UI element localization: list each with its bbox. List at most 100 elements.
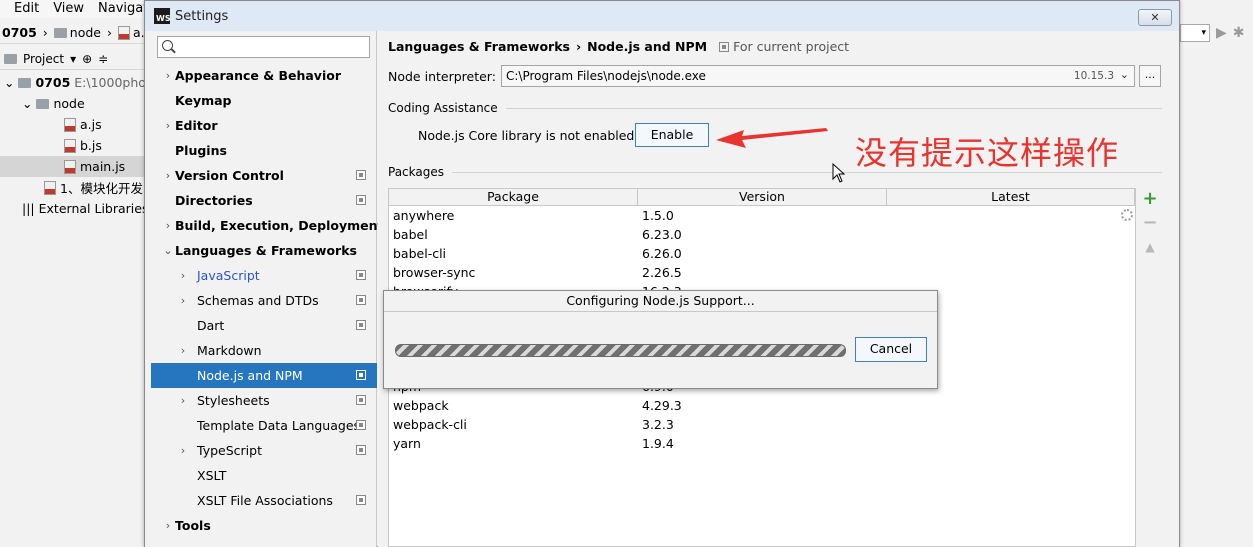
node-interpreter-select[interactable]: C:\Program Files\nodejs\node.exe 10.15.3… bbox=[501, 65, 1135, 87]
nav-item-editor[interactable]: › Editor bbox=[151, 113, 377, 138]
project-tree: ⌄ 0705 E:\1000pho ⌄ node a.js b.js main.… bbox=[0, 72, 150, 219]
chevron-down-icon[interactable]: ⌄ bbox=[22, 96, 32, 111]
tree-row[interactable]: 1、模块化开发. bbox=[0, 177, 150, 198]
nav-item-label: Directories bbox=[175, 193, 253, 208]
folder-icon bbox=[53, 27, 67, 38]
package-name: webpack-cli bbox=[393, 417, 467, 432]
nav-item-keymap[interactable]: Keymap bbox=[151, 88, 377, 113]
nav-item-schemas-and-dtds[interactable]: › Schemas and DTDs bbox=[151, 288, 377, 313]
nav-folder[interactable]: node bbox=[53, 25, 101, 40]
chevron-right-icon[interactable]: › bbox=[178, 394, 188, 407]
nav-item-label: Dart bbox=[197, 318, 225, 333]
webstorm-logo-icon: WS bbox=[154, 8, 171, 24]
chevron-right-icon[interactable]: › bbox=[178, 344, 188, 357]
table-row[interactable]: babel-cli 6.26.0 bbox=[389, 244, 1135, 263]
run-icon[interactable]: ▶ bbox=[1216, 25, 1227, 41]
remove-package-icon[interactable]: − bbox=[1142, 214, 1158, 232]
tree-row[interactable]: ⌄ node bbox=[0, 93, 150, 114]
node-interpreter-value: C:\Program Files\nodejs\node.exe bbox=[506, 69, 706, 83]
folder-icon bbox=[18, 77, 32, 88]
tree-row[interactable]: main.js bbox=[0, 156, 150, 177]
settings-search-input[interactable] bbox=[157, 36, 370, 58]
tree-row[interactable]: a.js bbox=[0, 114, 150, 135]
js-file-icon bbox=[64, 159, 76, 174]
nav-item-tools[interactable]: › Tools bbox=[151, 513, 377, 538]
nav-item-markdown[interactable]: › Markdown bbox=[151, 338, 377, 363]
chevron-right-icon[interactable]: › bbox=[163, 219, 173, 232]
nav-item-version-control[interactable]: › Version Control bbox=[151, 163, 377, 188]
menu-view[interactable]: View bbox=[53, 0, 84, 18]
nav-item-plugins[interactable]: Plugins bbox=[151, 138, 377, 163]
nav-item-xslt-file-associations[interactable]: XSLT File Associations bbox=[151, 488, 377, 513]
table-row[interactable]: babel 6.23.0 bbox=[389, 225, 1135, 244]
upgrade-package-icon[interactable]: ▲ bbox=[1142, 239, 1158, 255]
table-row[interactable]: browser-sync 2.26.5 bbox=[389, 263, 1135, 282]
nav-item-appearance-behavior[interactable]: › Appearance & Behavior bbox=[151, 63, 377, 88]
chevron-right-icon: › bbox=[42, 25, 48, 40]
nav-item-languages-frameworks[interactable]: ⌄ Languages & Frameworks bbox=[151, 238, 377, 263]
collapse-icon[interactable]: ≑ bbox=[98, 52, 108, 66]
js-file-icon bbox=[118, 25, 130, 40]
chevron-right-icon[interactable]: › bbox=[163, 69, 173, 82]
tree-row[interactable]: ||| External Libraries bbox=[0, 198, 150, 219]
nav-item-javascript[interactable]: › JavaScript bbox=[151, 263, 377, 288]
nav-item-stylesheets[interactable]: › Stylesheets bbox=[151, 388, 377, 413]
nav-item-template-data-languages[interactable]: Template Data Languages bbox=[151, 413, 377, 438]
nav-item-typescript[interactable]: › TypeScript bbox=[151, 438, 377, 463]
project-view-selector[interactable]: Project bbox=[23, 52, 64, 66]
nav-item-dart[interactable]: Dart bbox=[151, 313, 377, 338]
nav-item-xslt[interactable]: XSLT bbox=[151, 463, 377, 488]
table-row[interactable]: yarn 1.9.4 bbox=[389, 434, 1135, 453]
column-header-version[interactable]: Version bbox=[638, 189, 887, 205]
dialog-titlebar: WS Settings ✕ bbox=[145, 1, 1179, 31]
core-library-message: Node.js Core library is not enabled. bbox=[418, 128, 639, 143]
tree-row[interactable]: b.js bbox=[0, 135, 150, 156]
package-name: babel-cli bbox=[393, 246, 447, 261]
project-scope-icon bbox=[356, 195, 366, 205]
chevron-right-icon[interactable]: › bbox=[178, 444, 188, 457]
menu-edit[interactable]: Edit bbox=[14, 0, 39, 18]
nav-item-node-js-and-npm[interactable]: Node.js and NPM bbox=[151, 363, 377, 388]
add-package-icon[interactable]: + bbox=[1142, 190, 1158, 208]
settings-nav-tree: › Appearance & Behavior Keymap › Editor Plugi… bbox=[151, 63, 384, 538]
locate-icon[interactable]: ⊕ bbox=[82, 52, 92, 66]
node-interpreter-label: Node interpreter: bbox=[388, 69, 496, 84]
debug-icon[interactable]: ✱ bbox=[1233, 25, 1245, 41]
html-file-icon bbox=[44, 180, 56, 195]
chevron-right-icon[interactable]: › bbox=[178, 269, 188, 282]
close-button[interactable]: ✕ bbox=[1138, 9, 1172, 26]
run-config-selector[interactable]: ▾ bbox=[1180, 24, 1210, 42]
nav-item-directories[interactable]: Directories bbox=[151, 188, 377, 213]
nav-item-build-execution-deployment[interactable]: › Build, Execution, Deployment bbox=[151, 213, 384, 238]
nav-item-label: Editor bbox=[175, 118, 218, 133]
chevron-down-icon[interactable]: ⌄ bbox=[163, 244, 173, 257]
chevron-down-icon[interactable]: ▾ bbox=[70, 52, 76, 66]
dialog-title: Settings bbox=[175, 8, 229, 24]
table-row[interactable]: webpack-cli 3.2.3 bbox=[389, 415, 1135, 434]
nav-project[interactable]: 0705 bbox=[2, 25, 37, 40]
package-name: anywhere bbox=[393, 208, 455, 223]
folder-icon bbox=[36, 98, 50, 109]
tree-row[interactable]: ⌄ 0705 E:\1000pho bbox=[0, 72, 150, 93]
nav-item-label: Appearance & Behavior bbox=[175, 68, 341, 83]
breadcrumb: Languages & Frameworks › Node.js and NPM… bbox=[388, 39, 849, 54]
chevron-right-icon[interactable]: › bbox=[178, 294, 188, 307]
project-scope-icon bbox=[719, 41, 730, 52]
package-version: 4.29.3 bbox=[642, 398, 682, 413]
chevron-right-icon[interactable]: › bbox=[163, 169, 173, 182]
nav-item-label: Template Data Languages bbox=[197, 418, 361, 433]
column-header-package[interactable]: Package bbox=[389, 189, 638, 205]
table-row[interactable]: webpack 4.29.3 bbox=[389, 396, 1135, 415]
column-header-latest[interactable]: Latest bbox=[887, 189, 1135, 205]
cancel-button[interactable]: Cancel bbox=[855, 337, 927, 362]
chevron-right-icon[interactable]: › bbox=[163, 519, 173, 532]
chevron-right-icon[interactable]: › bbox=[163, 119, 173, 132]
libraries-icon: ||| bbox=[22, 201, 35, 216]
chevron-right-icon: › bbox=[107, 25, 112, 40]
enable-button[interactable]: Enable bbox=[635, 123, 709, 147]
chevron-down-icon[interactable]: ⌄ bbox=[4, 75, 14, 90]
browse-interpreter-button[interactable]: ... bbox=[1139, 65, 1161, 87]
nav-item-label: Tools bbox=[175, 518, 211, 533]
table-row[interactable]: anywhere 1.5.0 bbox=[389, 206, 1135, 225]
package-version: 3.2.3 bbox=[642, 417, 674, 432]
